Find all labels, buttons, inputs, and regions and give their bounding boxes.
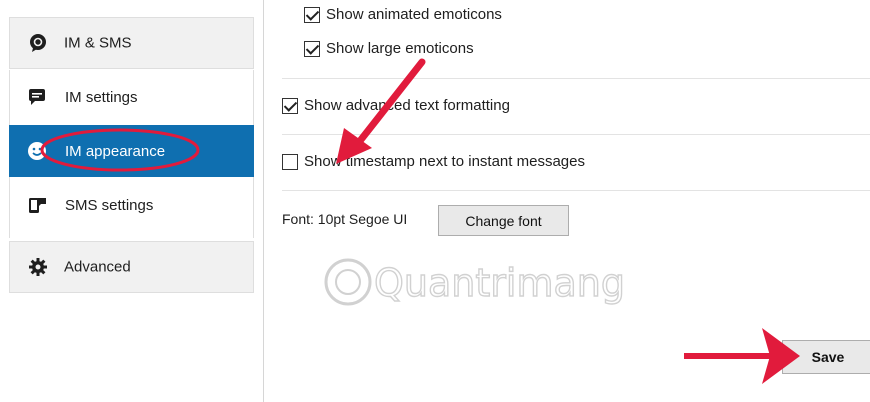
divider [282,190,870,191]
chat-circle-icon [28,33,48,53]
checkbox-animated-emoticons[interactable] [304,6,320,23]
sidebar-divider [263,0,264,402]
watermark-text: Quantrimang [374,261,625,305]
sidebar-item-label: SMS settings [65,196,154,214]
font-label: Font: 10pt Segoe UI [282,211,408,227]
sidebar-item-im-appearance[interactable]: IM appearance [9,125,254,177]
sidebar-item-sms-settings[interactable]: SMS settings [9,179,254,231]
save-button[interactable]: Save [782,340,870,374]
change-font-button[interactable]: Change font [438,205,569,236]
sidebar-item-label: IM appearance [65,142,166,160]
sidebar-section-label: Advanced [64,258,131,276]
sidebar-section-label: IM & SMS [64,34,132,52]
sidebar-section-advanced[interactable]: Advanced [9,241,254,293]
divider [282,78,870,79]
option-show-animated-emoticons[interactable]: Show animated emoticons [304,6,502,23]
option-show-advanced-text-formatting[interactable]: Show advanced text formatting [282,97,510,114]
option-label: Show animated emoticons [326,6,502,23]
gear-icon [28,257,48,277]
divider [282,134,870,135]
chat-bubble-icon [27,87,47,107]
checkbox-large-emoticons[interactable] [304,40,320,57]
sidebar-section-im-sms[interactable]: IM & SMS [9,17,254,69]
option-show-large-emoticons[interactable]: Show large emoticons [304,40,474,57]
option-label: Show advanced text formatting [304,97,510,114]
watermark: Quantrimang [322,248,642,318]
sidebar: IM & SMS IM settings IM appearance SMS s… [0,0,264,402]
option-label: Show large emoticons [326,40,474,57]
phone-sms-icon [27,195,47,215]
sidebar-item-im-settings[interactable]: IM settings [9,71,254,123]
sidebar-item-label: IM settings [65,88,138,106]
option-label: Show timestamp next to instant messages [304,153,585,170]
option-show-timestamp[interactable]: Show timestamp next to instant messages [282,153,585,170]
smiley-icon [27,141,47,161]
checkbox-advanced-text-formatting[interactable] [282,97,298,114]
checkbox-show-timestamp[interactable] [282,153,298,170]
